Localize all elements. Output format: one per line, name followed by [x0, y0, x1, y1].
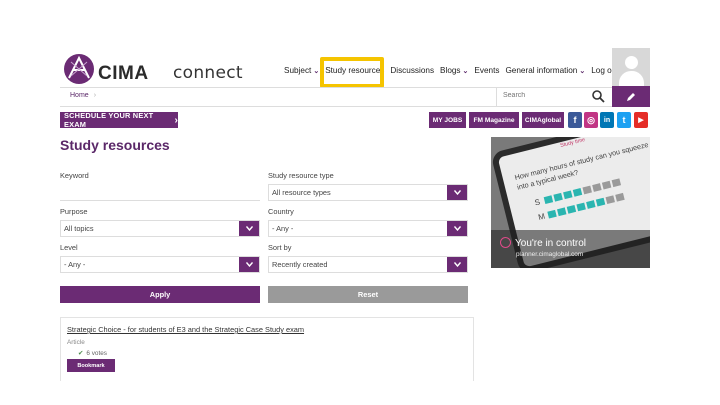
check-icon: ✔: [78, 350, 84, 357]
chevron-down-icon: [447, 257, 467, 272]
result-type: Article: [67, 339, 85, 346]
ad-caption: You're in control: [515, 238, 587, 249]
nav-general-information[interactable]: General information ⌄: [505, 66, 585, 75]
chevron-right-icon: ›: [174, 114, 178, 126]
logo-text: CIMA: [98, 63, 149, 84]
search-icon[interactable]: [591, 89, 605, 103]
nav-discussions[interactable]: Discussions: [390, 66, 434, 75]
level-label: Level: [60, 243, 78, 252]
chevron-down-icon: ⌄: [579, 67, 586, 75]
clock-icon: [500, 237, 511, 248]
nav-events[interactable]: Events: [474, 66, 499, 75]
apply-button[interactable]: Apply: [60, 286, 260, 303]
keyword-label: Keyword: [60, 171, 89, 180]
search-input[interactable]: [503, 92, 583, 99]
keyword-input[interactable]: [60, 184, 260, 201]
facebook-icon[interactable]: f: [568, 112, 582, 128]
result-title-link[interactable]: Strategic Choice - for students of E3 an…: [67, 325, 304, 334]
page-title: Study resources: [60, 137, 170, 153]
purpose-label: Purpose: [60, 207, 88, 216]
chevron-down-icon: [239, 221, 259, 236]
edit-button[interactable]: [612, 86, 650, 107]
nav-subject[interactable]: Subject ⌄: [284, 66, 319, 75]
chevron-down-icon: [447, 185, 467, 200]
linkedin-icon[interactable]: in: [600, 112, 614, 128]
avatar[interactable]: [612, 48, 650, 86]
chevron-right-icon: ›: [93, 92, 97, 99]
resource-type-select[interactable]: All resource types: [268, 184, 468, 201]
schedule-exam-button[interactable]: SCHEDULE YOUR NEXT EXAM ›: [60, 111, 178, 129]
chevron-down-icon: ⌄: [462, 67, 469, 75]
pencil-icon: [627, 92, 635, 101]
breadcrumb-home[interactable]: Home: [70, 92, 89, 99]
result-votes: ✔ 6 votes: [78, 350, 107, 357]
cima-logo-icon[interactable]: [62, 52, 96, 86]
twitter-icon[interactable]: t: [617, 112, 631, 128]
chevron-down-icon: [239, 257, 259, 272]
country-select[interactable]: - Any -: [268, 220, 468, 237]
chevron-down-icon: ⌄: [313, 67, 320, 75]
purpose-select[interactable]: All topics: [60, 220, 260, 237]
nav-blogs[interactable]: Blogs ⌄: [440, 66, 468, 75]
ad-url: planner.cimaglobal.com: [516, 251, 584, 258]
sort-label: Sort by: [268, 243, 292, 252]
level-select[interactable]: - Any -: [60, 256, 260, 273]
breadcrumb: Home ›: [70, 92, 96, 99]
product-name: connect: [173, 63, 243, 83]
sort-select[interactable]: Recently created: [268, 256, 468, 273]
chevron-down-icon: [447, 221, 467, 236]
highlight-box: [320, 57, 384, 88]
fm-magazine-button[interactable]: FM Magazine: [469, 112, 519, 128]
instagram-icon[interactable]: ◎: [584, 112, 598, 128]
bookmark-button[interactable]: Bookmark: [67, 359, 115, 372]
reset-button[interactable]: Reset: [268, 286, 468, 303]
ad-overlay: [491, 230, 650, 268]
youtube-icon[interactable]: ▶: [634, 112, 648, 128]
my-jobs-button[interactable]: MY JOBS: [429, 112, 466, 128]
country-label: Country: [268, 207, 294, 216]
cimaglobal-button[interactable]: CIMAglobal: [522, 112, 564, 128]
resource-type-label: Study resource type: [268, 171, 334, 180]
